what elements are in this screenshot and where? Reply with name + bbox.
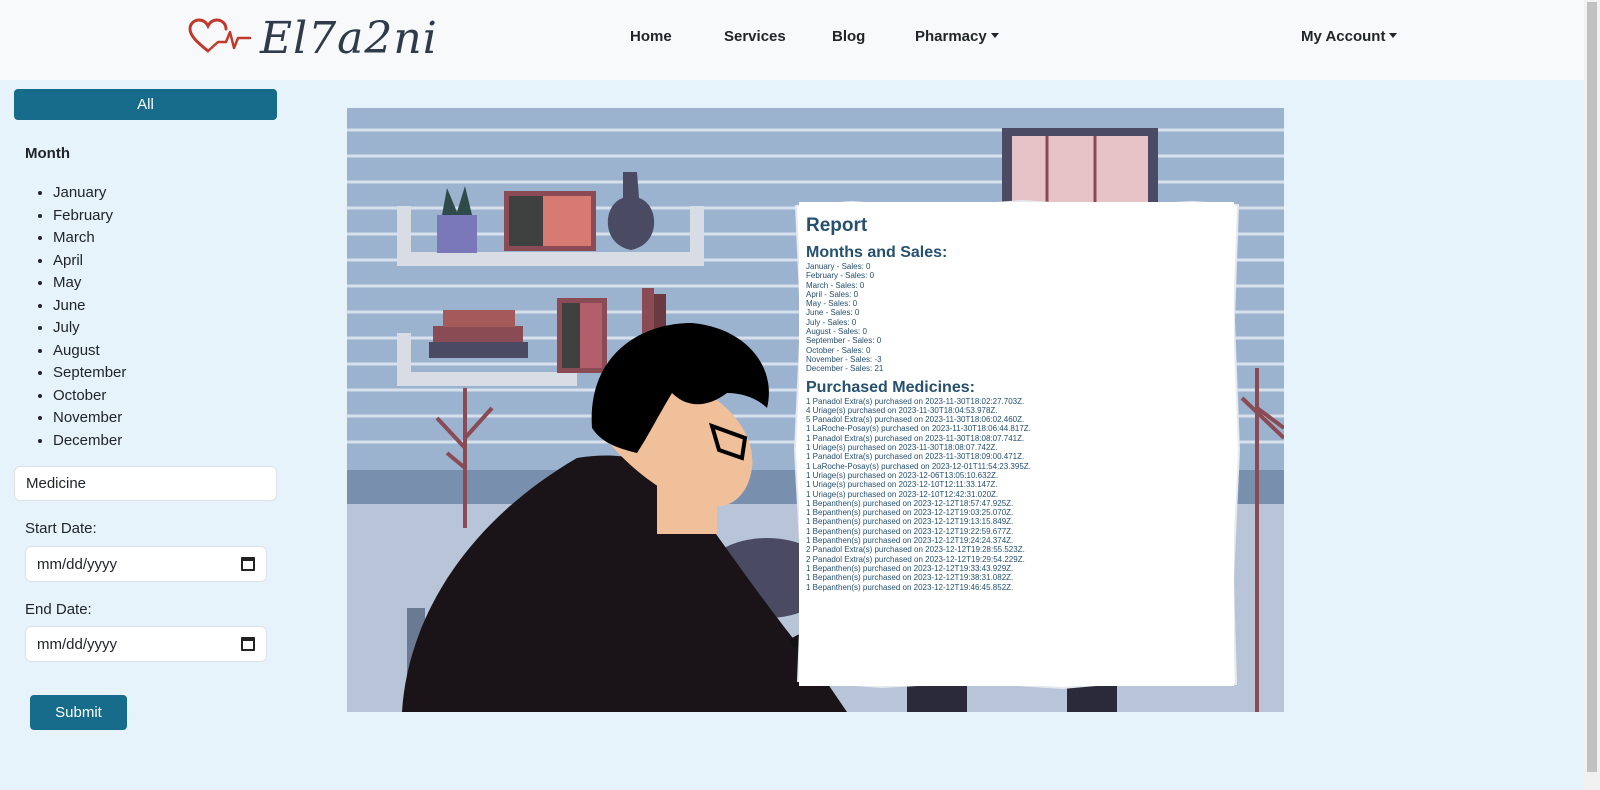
- purchase-line: 1 LaRoche-Posay(s) purchased on 2023-11-…: [806, 424, 1031, 434]
- sales-line: January - Sales: 0: [806, 262, 871, 271]
- sales-line: September - Sales: 0: [806, 336, 882, 346]
- report-title: Report: [806, 215, 868, 236]
- month-list: January February March April May June Ju…: [53, 182, 126, 452]
- sales-line: August - Sales: 0: [806, 327, 867, 337]
- start-date-label: Start Date:: [25, 520, 97, 537]
- purchase-line: 2 Panadol Extra(s) purchased on 2023-12-…: [806, 545, 1025, 555]
- purchase-line: 1 Panadol Extra(s) purchased on 2023-11-…: [806, 433, 1025, 443]
- purchase-line: 1 Bepanthen(s) purchased on 2023-12-12T1…: [806, 508, 1014, 518]
- nav-my-account-label: My Account: [1301, 28, 1386, 45]
- month-item-october[interactable]: October: [53, 385, 126, 408]
- purchase-line: 1 Panadol Extra(s) purchased on 2023-11-…: [806, 452, 1025, 462]
- purchase-line: 1 Bepanthen(s) purchased on 2023-12-12T1…: [806, 498, 1014, 508]
- purchases-heading: Purchased Medicines:: [806, 378, 975, 396]
- report-card: Report Months and Sales: January - Sales…: [799, 202, 1234, 686]
- submit-button[interactable]: Submit: [30, 695, 127, 730]
- purchase-line: 1 Bepanthen(s) purchased on 2023-12-12T1…: [806, 563, 1014, 573]
- sales-line: March - Sales: 0: [806, 280, 865, 290]
- month-item-january[interactable]: January: [53, 182, 126, 205]
- purchases-list: 1 Panadol Extra(s) purchased on 2023-11-…: [806, 397, 1227, 592]
- purchase-line: 1 Uriage(s) purchased on 2023-12-06T13:0…: [806, 470, 999, 480]
- end-date-label: End Date:: [25, 601, 92, 618]
- purchase-line: 1 Uriage(s) purchased on 2023-11-30T18:0…: [806, 443, 998, 453]
- nav-pharmacy-label: Pharmacy: [915, 28, 987, 45]
- report-fade: [799, 598, 1234, 686]
- sales-line: July - Sales: 0: [806, 317, 857, 327]
- heart-pulse-icon: [188, 18, 252, 53]
- month-item-december[interactable]: December: [53, 430, 126, 453]
- purchase-line: 5 Panadol Extra(s) purchased on 2023-11-…: [806, 415, 1025, 425]
- purchase-line: 1 Bepanthen(s) purchased on 2023-12-12T1…: [806, 526, 1014, 536]
- month-item-april[interactable]: April: [53, 250, 126, 273]
- purchase-line: 1 Uriage(s) purchased on 2023-12-10T12:4…: [806, 489, 999, 499]
- purchase-line: 1 Bepanthen(s) purchased on 2023-12-12T1…: [806, 536, 1014, 546]
- month-heading: Month: [25, 145, 70, 162]
- all-button[interactable]: All: [14, 89, 277, 120]
- medicine-input[interactable]: [14, 466, 277, 501]
- purchase-line: 2 Panadol Extra(s) purchased on 2023-12-…: [806, 554, 1025, 564]
- page-scrollbar[interactable]: [1584, 0, 1600, 790]
- purchase-line: 1 Panadol Extra(s) purchased on 2023-11-…: [806, 396, 1025, 406]
- brand-name: El7a2ni: [260, 12, 438, 64]
- sales-line: May - Sales: 0: [806, 299, 858, 309]
- purchase-line: 1 Uriage(s) purchased on 2023-12-10T12:1…: [806, 480, 998, 490]
- end-date-input[interactable]: mm/dd/yyyy: [25, 626, 267, 662]
- calendar-icon[interactable]: [241, 637, 255, 651]
- calendar-icon[interactable]: [241, 557, 255, 571]
- sales-heading: Months and Sales:: [806, 244, 948, 261]
- month-item-june[interactable]: June: [53, 295, 126, 318]
- purchase-line: 1 LaRoche-Posay(s) purchased on 2023-12-…: [806, 461, 1031, 471]
- sales-line: October - Sales: 0: [806, 345, 871, 355]
- start-date-placeholder: mm/dd/yyyy: [37, 555, 118, 573]
- month-item-september[interactable]: September: [53, 362, 126, 385]
- caret-down-icon: [990, 33, 999, 38]
- purchase-line: 1 Bepanthen(s) purchased on 2023-12-12T1…: [806, 517, 1014, 527]
- caret-down-icon: [1389, 33, 1398, 38]
- month-item-february[interactable]: February: [53, 205, 126, 228]
- purchase-line: 1 Bepanthen(s) purchased on 2023-12-12T1…: [806, 582, 1014, 592]
- nav-services[interactable]: Services: [724, 28, 786, 45]
- top-navbar: El7a2ni Home Services Blog Pharmacy My A…: [0, 0, 1584, 80]
- month-item-november[interactable]: November: [53, 407, 126, 430]
- nav-blog[interactable]: Blog: [832, 28, 865, 45]
- end-date-placeholder: mm/dd/yyyy: [37, 635, 118, 653]
- nav-pharmacy-dropdown[interactable]: Pharmacy: [915, 28, 999, 45]
- sales-line: November - Sales: -3: [806, 354, 882, 364]
- brand-logo[interactable]: El7a2ni: [188, 10, 438, 66]
- scrollbar-thumb[interactable]: [1587, 2, 1597, 772]
- start-date-input[interactable]: mm/dd/yyyy: [25, 546, 267, 582]
- month-item-march[interactable]: March: [53, 227, 126, 250]
- sales-list: January - Sales: 0 February - Sales: 0 Mar…: [806, 262, 1227, 374]
- month-item-august[interactable]: August: [53, 340, 126, 363]
- sales-line: June - Sales: 0: [806, 308, 860, 318]
- nav-my-account-dropdown[interactable]: My Account: [1301, 28, 1398, 45]
- sales-line: December - Sales: 21: [806, 364, 884, 374]
- month-item-may[interactable]: May: [53, 272, 126, 295]
- nav-home[interactable]: Home: [630, 28, 672, 45]
- sales-line: February - Sales: 0: [806, 271, 875, 281]
- sales-line: April - Sales: 0: [806, 289, 859, 299]
- purchase-line: 4 Uriage(s) purchased on 2023-11-30T18:0…: [806, 405, 998, 415]
- purchase-line: 1 Bepanthen(s) purchased on 2023-12-12T1…: [806, 573, 1014, 583]
- month-item-july[interactable]: July: [53, 317, 126, 340]
